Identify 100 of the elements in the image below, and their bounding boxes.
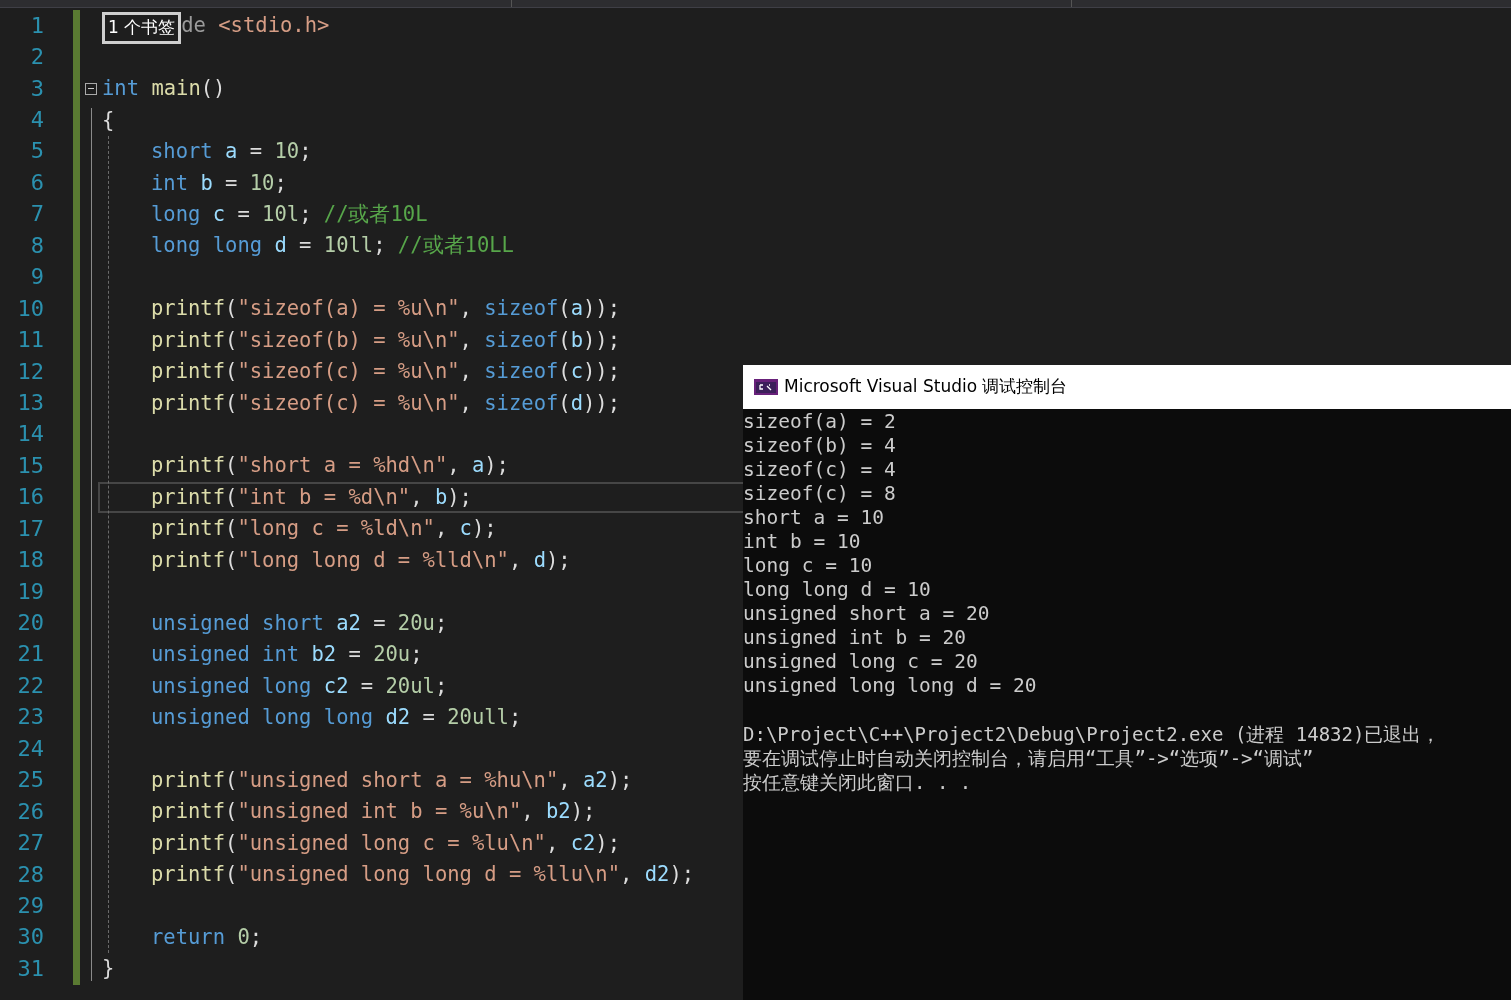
code-function: printf — [151, 798, 226, 826]
code-variable: b — [434, 483, 448, 511]
code-text: , — [508, 546, 523, 574]
line-number: 19 — [16, 580, 44, 603]
code-text: ; — [249, 924, 263, 952]
code-function: printf — [151, 389, 226, 417]
line-number: 23 — [16, 706, 44, 729]
code-text: = — [298, 232, 313, 260]
code-keyword: long long — [151, 232, 264, 260]
code-text: ( — [558, 326, 571, 354]
line-number: 11 — [16, 329, 44, 352]
code-text: )); — [583, 358, 621, 386]
code-string: "unsigned long long d = %llu\n" — [237, 861, 620, 889]
code-text: = — [248, 138, 264, 166]
console-output-line: unsigned int b = 20 — [743, 626, 968, 650]
collapse-icon[interactable] — [85, 82, 97, 95]
code-number: 10 — [249, 169, 275, 197]
code-text: ); — [545, 546, 571, 574]
console-output-line: unsigned long c = 20 — [743, 650, 979, 674]
code-string: "int b = %d\n" — [237, 483, 411, 511]
code-comment: //或者10LL — [397, 232, 514, 260]
code-text: , — [459, 389, 473, 417]
code-text: = — [421, 703, 436, 731]
code-text: ; — [434, 672, 448, 700]
code-keyword: short — [151, 138, 214, 166]
line-number: 29 — [16, 894, 44, 917]
code-text: ( — [558, 358, 571, 386]
code-string: "long long d = %lld\n" — [237, 546, 509, 574]
line-number: 16 — [16, 486, 44, 509]
code-text: )); — [583, 295, 621, 323]
code-text: ( — [225, 326, 238, 354]
line-number: 22 — [16, 674, 44, 697]
code-variable: d2 — [385, 703, 411, 731]
code-variable: c — [212, 200, 226, 228]
code-keyword: sizeof — [484, 326, 559, 354]
code-function: printf — [151, 766, 226, 794]
line-number: 6 — [29, 171, 44, 194]
code-text: , — [447, 452, 461, 480]
code-text: ( — [225, 483, 238, 511]
line-number: 27 — [16, 832, 44, 855]
line-number: 4 — [29, 109, 44, 132]
line-number: 5 — [29, 140, 44, 163]
line-number: 31 — [16, 957, 44, 980]
code-text: )); — [583, 326, 621, 354]
code-text: ( — [225, 295, 238, 323]
code-string: "sizeof(b) = %u\n" — [237, 326, 460, 354]
code-function: printf — [151, 326, 226, 354]
code-comment: //或者10L — [323, 200, 428, 228]
line-number: 21 — [16, 643, 44, 666]
console-app-icon — [754, 379, 778, 395]
code-function: printf — [151, 861, 226, 889]
code-text: { — [102, 106, 115, 134]
code-text: , — [410, 483, 424, 511]
bookmark-tooltip: 1 个书签 — [102, 11, 182, 44]
code-text: = — [236, 200, 251, 228]
code-variable: b — [200, 169, 213, 197]
line-number: 25 — [16, 769, 44, 792]
console-output-line: sizeof(c) = 8 — [743, 482, 897, 506]
code-variable: d2 — [644, 861, 670, 889]
code-text: ; — [410, 641, 423, 669]
code-text: ( — [225, 358, 238, 386]
code-keyword: unsigned short — [151, 609, 325, 637]
code-function: printf — [151, 483, 226, 511]
console-message-line: 按任意键关闭此窗口. . . — [743, 770, 973, 794]
console-output-line: unsigned short a = 20 — [743, 602, 991, 626]
code-keyword: unsigned int — [151, 641, 301, 669]
code-text: , — [459, 326, 473, 354]
line-number: 13 — [16, 391, 44, 414]
code-text: ( — [225, 829, 238, 857]
code-text: ); — [669, 861, 695, 889]
code-text: ; — [299, 138, 312, 166]
code-text: ; — [434, 609, 448, 637]
console-output-line: sizeof(a) = 2 — [743, 410, 897, 434]
code-function: printf — [151, 515, 226, 543]
line-number: 30 — [16, 926, 44, 949]
code-keyword: sizeof — [484, 389, 559, 417]
code-variable: c — [570, 358, 583, 386]
code-text: ); — [447, 483, 472, 511]
code-string: "long c = %ld\n" — [237, 515, 435, 543]
line-number: 7 — [29, 203, 44, 226]
code-number: 10 — [274, 138, 300, 166]
code-function: printf — [151, 829, 226, 857]
code-text: ( — [225, 766, 238, 794]
code-text: ( — [225, 861, 238, 889]
code-variable: d — [274, 232, 287, 260]
code-variable: a2 — [336, 609, 361, 637]
code-variable: a — [225, 138, 238, 166]
code-variable: b2 — [311, 641, 337, 669]
line-number: 18 — [16, 549, 44, 572]
line-number: 14 — [16, 423, 44, 446]
code-number: 10ll — [323, 232, 374, 260]
line-number: 24 — [16, 737, 44, 760]
line-number: 9 — [29, 266, 44, 289]
code-text: ; — [299, 200, 313, 228]
code-keyword: long — [151, 200, 202, 228]
console-output-line: short a = 10 — [743, 506, 885, 530]
line-number: 20 — [16, 612, 44, 635]
code-variable: c2 — [323, 672, 349, 700]
console-message-line: D:\Project\C++\Project2\Debug\Project2.exe (进程 14832)已退出， — [743, 722, 1442, 746]
code-string: "sizeof(c) = %u\n" — [237, 389, 460, 417]
